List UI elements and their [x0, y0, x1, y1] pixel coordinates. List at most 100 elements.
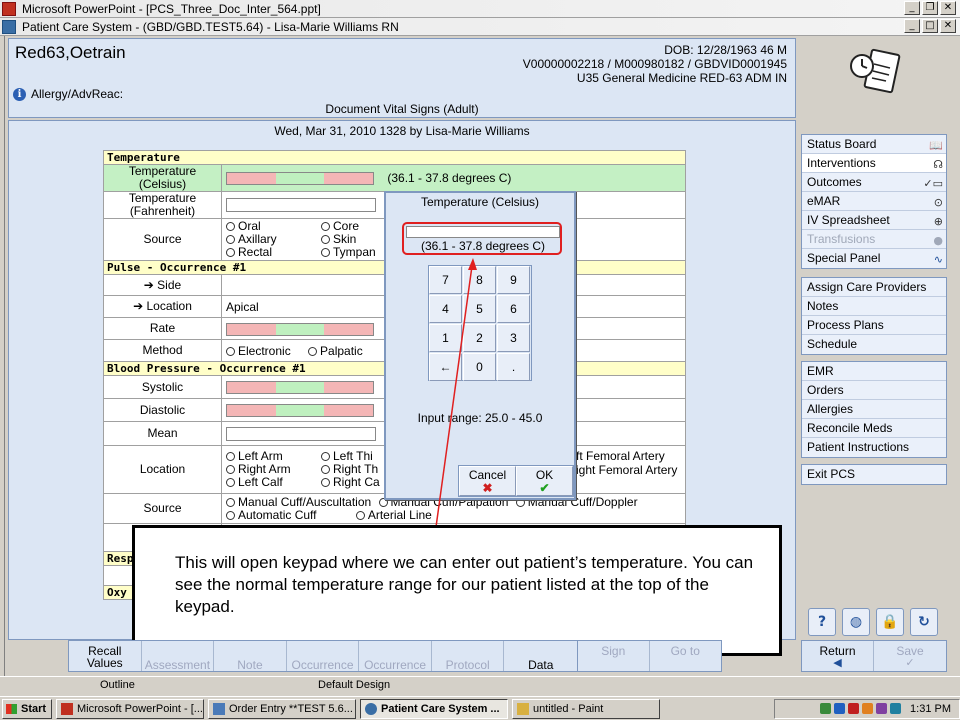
nav-allergies[interactable]: Allergies	[802, 400, 946, 419]
tray-alert-icon[interactable]	[848, 703, 860, 714]
patient-ids: V00000002218 / M000980182 / GBDVID000194…	[522, 57, 787, 71]
key-9[interactable]: 9	[497, 266, 530, 294]
input-range-text: Input range: 25.0 - 45.0	[417, 411, 543, 425]
return-save-bar: Return ◀ Save ✓	[801, 640, 947, 672]
keypad-dialog: Temperature (Celsius) (36.1 - 37.8 degre…	[384, 191, 576, 500]
return-button[interactable]: Return ◀	[802, 641, 874, 671]
key-6[interactable]: 6	[497, 295, 530, 323]
bp-systolic-range-bar[interactable]	[226, 381, 374, 395]
goto-button[interactable]: Go to	[650, 641, 721, 671]
bp-mean-input[interactable]	[226, 426, 376, 441]
tray-app-icon[interactable]	[876, 703, 888, 714]
bp-source-auscultation-radio[interactable]: Manual Cuff/Auscultation	[226, 495, 371, 509]
close-button[interactable]: ✕	[940, 1, 956, 15]
patient-name: Red63,Oetrain	[15, 43, 126, 62]
patient-dob: DOB: 12/28/1963 46 M	[664, 43, 787, 57]
tray-network-icon[interactable]	[820, 703, 832, 714]
document-title: Document Vital Signs (Adult)	[325, 102, 479, 116]
nav-status-board[interactable]: Status Board 📖	[802, 135, 946, 154]
globe-icon[interactable]: ◍	[842, 608, 870, 636]
tutorial-callout: This will open keypad where we can enter…	[132, 525, 782, 656]
nav-group-records: EMR Orders Allergies Reconcile Meds Pati…	[801, 361, 947, 458]
nav-notes[interactable]: Notes	[802, 297, 946, 316]
backspace-key[interactable]: ←	[429, 353, 462, 381]
nav-emr[interactable]: EMR	[802, 362, 946, 381]
key-decimal[interactable]: .	[497, 353, 530, 381]
nav-transfusions[interactable]: Transfusions ●	[802, 230, 946, 249]
key-0[interactable]: 0	[463, 353, 496, 381]
key-5[interactable]: 5	[463, 295, 496, 323]
minimize-button[interactable]: _	[904, 1, 920, 15]
method-palpation-radio[interactable]: Palpatic	[308, 344, 363, 358]
method-electronic-radio[interactable]: Electronic	[226, 344, 291, 358]
nav-group-care: Assign Care Providers Notes Process Plan…	[801, 277, 947, 355]
nav-schedule[interactable]: Schedule	[802, 335, 946, 354]
assessment-button[interactable]: Assessment	[142, 641, 215, 671]
recall-values-button[interactable]: Recall Values	[69, 641, 142, 671]
nav-process-plans[interactable]: Process Plans	[802, 316, 946, 335]
pcs-close-button[interactable]: ✕	[940, 19, 956, 33]
save-button[interactable]: Save ✓	[874, 641, 946, 671]
task-order-entry[interactable]: Order Entry **TEST 5.6...	[208, 698, 356, 719]
bp-source-automatic-radio[interactable]: Automatic Cuff	[226, 508, 316, 522]
protocol-button[interactable]: Protocol	[432, 641, 505, 671]
key-4[interactable]: 4	[429, 295, 462, 323]
help-icon[interactable]: ?	[808, 608, 836, 636]
nav-interventions[interactable]: Interventions ☊	[802, 154, 946, 173]
task-paint[interactable]: untitled - Paint	[512, 698, 660, 719]
key-1[interactable]: 1	[429, 324, 462, 352]
bp-diastolic-range-bar[interactable]	[226, 404, 374, 418]
task-powerpoint[interactable]: Microsoft PowerPoint - [...	[56, 698, 204, 719]
tray-update-icon[interactable]	[862, 703, 874, 714]
info-icon: i	[13, 87, 26, 101]
key-2[interactable]: 2	[463, 324, 496, 352]
nav-outcomes[interactable]: Outcomes ✓▭	[802, 173, 946, 192]
pulse-rate-range-bar[interactable]	[226, 322, 374, 336]
task-patient-care-system[interactable]: Patient Care System ...	[360, 698, 508, 719]
nav-reconcile-meds[interactable]: Reconcile Meds	[802, 419, 946, 438]
loc-left-femoral-radio[interactable]: ft Femoral Artery	[576, 449, 677, 463]
sign-button[interactable]: Sign	[578, 641, 650, 671]
nav-emar[interactable]: eMAR ⊙	[802, 192, 946, 211]
check-icon: ✓	[905, 657, 915, 669]
pcs-minimize-button[interactable]: _	[904, 19, 920, 33]
note-button[interactable]: Note	[214, 641, 287, 671]
stethoscope-icon: ☊	[933, 158, 943, 171]
nav-patient-instructions[interactable]: Patient Instructions	[802, 438, 946, 457]
occurrence-button-2[interactable]: Occurrence	[359, 641, 432, 671]
tray-security-icon[interactable]	[834, 703, 846, 714]
temp-celsius-cell[interactable]: (36.1 - 37.8 degrees C)	[221, 164, 686, 192]
loc-right-femoral-radio[interactable]: ight Femoral Artery	[576, 463, 677, 477]
temp-celsius-range-bar[interactable]	[226, 172, 374, 186]
checklist-icon: ✓▭	[923, 177, 943, 190]
tray-clock: 1:31 PM	[910, 702, 951, 715]
source-rectal-radio[interactable]: Rectal	[226, 246, 321, 259]
allergy-line[interactable]: i Allergy/AdvReac:	[13, 87, 123, 101]
start-button[interactable]: Start	[2, 698, 52, 719]
loc-left-calf-radio[interactable]: Left Calf	[226, 476, 321, 489]
temp-fahrenheit-input[interactable]	[226, 198, 376, 213]
nav-assign-care-providers[interactable]: Assign Care Providers	[802, 278, 946, 297]
paint-icon	[517, 702, 529, 715]
restore-button[interactable]: ❐	[922, 1, 938, 15]
book-icon: 📖	[929, 139, 943, 152]
clock-clipboard-icon	[850, 48, 901, 94]
refresh-icon[interactable]: ↻	[910, 608, 938, 636]
key-3[interactable]: 3	[497, 324, 530, 352]
occurrence-button-1[interactable]: Occurrence	[287, 641, 360, 671]
bp-source-arterial-radio[interactable]: Arterial Line	[355, 508, 432, 522]
nav-iv-spreadsheet[interactable]: IV Spreadsheet ⊕	[802, 211, 946, 230]
nav-special-panel[interactable]: Special Panel ∿	[802, 249, 946, 268]
data-button[interactable]: Data	[504, 641, 577, 671]
keypad-ok-button[interactable]: OK ✔	[516, 466, 573, 496]
keypad-cancel-button[interactable]: Cancel ✖	[459, 466, 516, 496]
nav-exit-pcs[interactable]: Exit PCS	[802, 465, 946, 484]
blood-drop-icon: ●	[933, 234, 943, 247]
pcs-icon	[365, 702, 377, 715]
lock-icon[interactable]: 🔒	[876, 608, 904, 636]
key-7[interactable]: 7	[429, 266, 462, 294]
key-8[interactable]: 8	[463, 266, 496, 294]
pcs-maximize-button[interactable]: □	[922, 19, 938, 33]
tray-volume-icon[interactable]	[890, 703, 902, 714]
nav-orders[interactable]: Orders	[802, 381, 946, 400]
